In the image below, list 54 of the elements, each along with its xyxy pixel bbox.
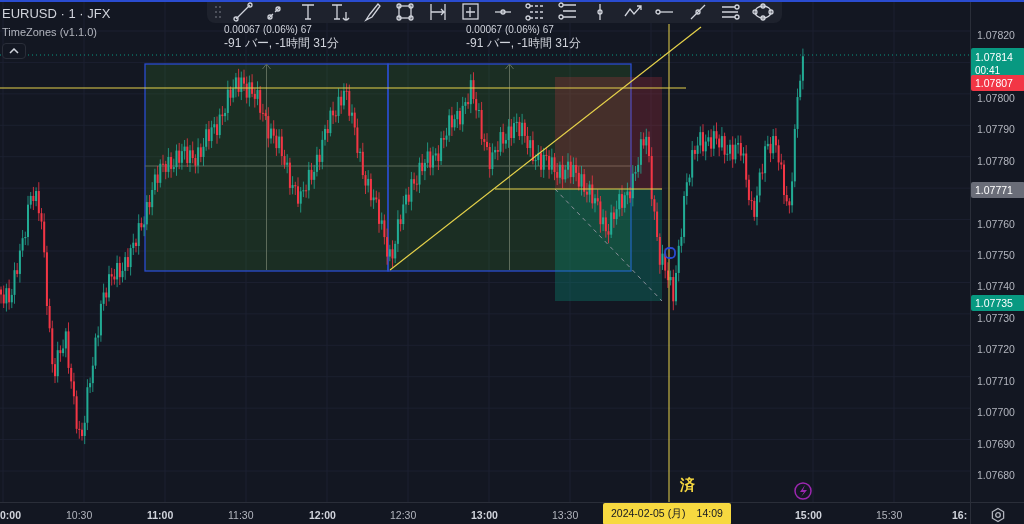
- time-label: 16:: [952, 509, 968, 521]
- time-label: 15:30: [876, 509, 903, 521]
- price-label: 1.07680: [977, 469, 1015, 481]
- anchored-text-icon[interactable]: [329, 2, 352, 23]
- price-value: 1.07807: [975, 76, 1014, 90]
- indicator-label[interactable]: TimeZones (v1.1.0): [2, 26, 97, 38]
- time-label: 11:00: [147, 509, 174, 521]
- price-label: 1.07740: [977, 280, 1015, 293]
- time-label: 10:30: [66, 509, 93, 521]
- time-label: 12:30: [390, 509, 417, 521]
- chevron-up-icon: [9, 48, 19, 54]
- price-label: 1.07700: [977, 406, 1015, 419]
- price-value: 1.07814: [975, 50, 1014, 64]
- time-label: 12:00: [309, 509, 336, 521]
- price-value: 1.07771: [975, 183, 1014, 197]
- measure-box[interactable]: [387, 63, 632, 272]
- collapse-button[interactable]: [2, 43, 26, 59]
- marker-label: 済: [680, 476, 695, 495]
- position-tool[interactable]: [554, 77, 663, 302]
- stacked-lines-icon[interactable]: [719, 2, 742, 23]
- settings-icon[interactable]: [989, 506, 1006, 523]
- time-label: 0:00: [0, 509, 21, 521]
- measure-value: 0.00067 (0.06%) 67: [224, 24, 313, 35]
- price-label: 1.07800: [977, 91, 1015, 104]
- anchor-handle[interactable]: [664, 247, 676, 259]
- measure-duration: -91 バー, -1時間 31分: [224, 36, 339, 51]
- price-label: 1.07690: [977, 437, 1015, 450]
- price-label: 1.07790: [977, 123, 1015, 136]
- price-label: 1.07720: [977, 343, 1015, 356]
- time-label: 13:00: [471, 509, 498, 521]
- time-label: 13:30: [552, 509, 579, 521]
- price-label: 1.07730: [977, 311, 1015, 324]
- price-label: 1.07710: [977, 374, 1015, 387]
- price-label: 1.07750: [977, 249, 1015, 261]
- symbol-title[interactable]: EURUSD · 1 · JFX: [2, 6, 111, 21]
- fib-levels-icon[interactable]: [556, 2, 579, 23]
- measure-duration: -91 バー, -1時間 31分: [466, 36, 581, 51]
- price-label: 1.07760: [977, 217, 1015, 230]
- price-value: 1.07735: [975, 296, 1014, 310]
- time-label: 15:00: [795, 509, 822, 521]
- trend-line[interactable]: [389, 26, 702, 271]
- ellipse-icon[interactable]: [751, 2, 774, 23]
- measure-box[interactable]: [144, 63, 389, 272]
- price-label: 1.07780: [977, 154, 1015, 167]
- date-price-range-icon[interactable]: [459, 2, 482, 23]
- measure-value: 0.00067 (0.06%) 67: [466, 24, 555, 35]
- countdown-timer: 00:41: [975, 64, 1002, 78]
- price-label: 1.07820: [977, 29, 1015, 41]
- grip-icon[interactable]: [215, 5, 221, 18]
- lightning-icon[interactable]: [794, 482, 812, 500]
- crosshair-date-label: 2024-02-05 (月) 14:09: [603, 503, 731, 524]
- trend-line-icon[interactable]: [231, 2, 254, 23]
- time-label: 11:30: [228, 509, 254, 521]
- rectangle-icon[interactable]: [394, 2, 417, 23]
